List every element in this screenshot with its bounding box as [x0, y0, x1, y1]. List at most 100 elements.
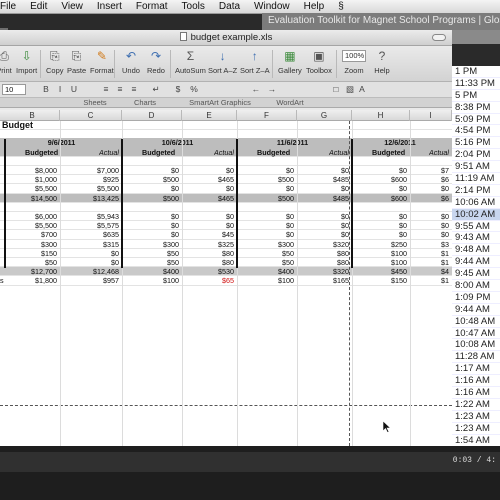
background-window-title[interactable]: Evaluation Toolkit for Magnet School Pro… — [262, 13, 500, 30]
list-item[interactable]: 11:33 PM — [449, 78, 500, 90]
list-item[interactable]: 9:43 AM — [449, 232, 500, 245]
table-cell[interactable]: $165 — [297, 276, 349, 285]
table-cell[interactable]: $300 — [122, 240, 179, 249]
table-cell[interactable]: $465 — [182, 175, 234, 184]
column-header-h[interactable]: H — [352, 110, 410, 121]
sort-a-z-button[interactable]: ↓ Sort A–Z — [208, 48, 237, 75]
table-cell[interactable]: $5,943 — [60, 212, 119, 221]
table-cell[interactable]: $0 — [60, 249, 119, 258]
menu-data[interactable]: Data — [212, 1, 247, 12]
table-cell[interactable]: $0 — [352, 230, 407, 239]
toolbox-button[interactable]: ▣ Toolbox — [306, 48, 332, 75]
table-cell[interactable]: $0 — [122, 184, 179, 193]
table-cell[interactable]: $300 — [5, 240, 57, 249]
list-item[interactable]: 10:48 AM — [449, 316, 500, 328]
table-cell[interactable]: $0 — [297, 221, 349, 230]
table-cell[interactable]: $300 — [237, 240, 294, 249]
table-cell[interactable]: $50 — [237, 258, 294, 267]
budgeted-header[interactable]: Budgeted — [25, 148, 58, 157]
increase-indent-icon[interactable]: → — [266, 84, 278, 95]
list-item[interactable]: 9:55 AM — [449, 221, 500, 233]
menu-format[interactable]: Format — [129, 1, 175, 12]
font-size-field[interactable]: 10 — [2, 84, 26, 95]
budgeted-header[interactable]: Budgeted — [372, 148, 405, 157]
align-left-icon[interactable]: ≡ — [100, 84, 112, 95]
copy-button[interactable]: ⎘ Copy — [46, 48, 64, 75]
menu-help[interactable]: Help — [297, 1, 332, 12]
table-cell[interactable]: $0 — [122, 212, 179, 221]
table-cell[interactable]: $1,000 — [5, 175, 57, 184]
table-cell[interactable]: $6,000 — [5, 212, 57, 221]
list-item[interactable]: 1:23 AM — [449, 423, 500, 435]
zoom-field[interactable]: 100% — [342, 50, 366, 62]
list-item[interactable]: 2:04 PM — [449, 149, 500, 162]
table-cell[interactable]: $1 — [410, 276, 449, 285]
table-cell[interactable]: $14,500 — [5, 194, 57, 203]
actual-header[interactable]: Actual — [329, 148, 349, 157]
list-item[interactable]: 11:28 AM — [449, 351, 500, 364]
table-cell[interactable]: $485 — [297, 194, 349, 203]
ribbon-tab-wordart[interactable]: WordArt — [270, 98, 310, 108]
table-cell[interactable]: $925 — [60, 175, 119, 184]
list-item[interactable]: 1:54 AM — [449, 435, 500, 446]
column-header-e[interactable]: E — [182, 110, 237, 121]
list-item[interactable]: 8:38 PM — [449, 102, 500, 114]
table-cell[interactable]: $0 — [182, 221, 234, 230]
list-item[interactable]: 9:48 AM — [449, 244, 500, 257]
list-item[interactable]: 9:51 AM — [449, 161, 500, 174]
list-item[interactable]: 4:54 PM — [449, 125, 500, 138]
sheet-title[interactable]: Budget — [2, 121, 33, 130]
table-cell[interactable]: $530 — [182, 267, 234, 276]
list-item[interactable]: 1:23 AM — [449, 411, 500, 423]
table-cell[interactable]: $12,700 — [5, 267, 57, 276]
table-cell[interactable]: $0 — [60, 258, 119, 267]
table-cell[interactable]: $5,500 — [5, 184, 57, 193]
table-cell[interactable]: $0 — [122, 221, 179, 230]
column-header-g[interactable]: G — [297, 110, 352, 121]
list-item[interactable]: 10:06 AM — [449, 197, 500, 209]
table-cell[interactable]: $600 — [352, 194, 407, 203]
list-item[interactable]: 5 PM — [449, 90, 500, 102]
ribbon-tab-sheets[interactable]: Sheets — [80, 98, 110, 108]
table-cell[interactable]: $0 — [352, 166, 407, 175]
table-cell[interactable]: $50 — [122, 249, 179, 258]
table-cell[interactable]: $0 — [237, 184, 294, 193]
video-control-bar[interactable]: 0:03 / 4: — [0, 446, 500, 500]
table-cell[interactable]: $6 — [410, 175, 449, 184]
table-cell[interactable]: $0 — [122, 166, 179, 175]
table-cell[interactable]: $400 — [122, 267, 179, 276]
align-center-icon[interactable]: ≡ — [114, 84, 126, 95]
table-cell[interactable]: $0 — [352, 212, 407, 221]
underline-button[interactable]: U — [68, 84, 80, 95]
currency-format-icon[interactable]: $ — [172, 84, 184, 95]
actual-header[interactable]: Actual — [214, 148, 234, 157]
decrease-indent-icon[interactable]: ← — [250, 84, 262, 95]
table-cell[interactable]: $100 — [237, 276, 294, 285]
table-cell[interactable]: $80 — [297, 258, 349, 267]
table-cell[interactable]: $65 — [182, 276, 234, 285]
table-cell[interactable]: $0 — [352, 184, 407, 193]
column-header-c[interactable]: C — [60, 110, 122, 121]
list-item[interactable]: 1:17 AM — [449, 363, 500, 376]
date-header[interactable]: 10/6/2011 — [122, 138, 233, 147]
table-cell[interactable]: $1 — [410, 258, 449, 267]
window-titlebar[interactable]: budget example.xls — [0, 30, 452, 46]
ribbon-tab-charts[interactable]: Charts — [130, 98, 160, 108]
table-cell[interactable]: $250 — [352, 240, 407, 249]
table-cell[interactable]: $0 — [237, 212, 294, 221]
table-cell[interactable]: $1,800 — [5, 276, 57, 285]
list-item[interactable]: 1:16 AM — [449, 375, 500, 388]
fill-color-icon[interactable]: ▧ — [344, 84, 356, 95]
table-cell[interactable]: $500 — [237, 175, 294, 184]
table-cell[interactable]: $0 — [237, 230, 294, 239]
table-cell[interactable]: $80 — [297, 249, 349, 258]
table-cell[interactable]: $13,425 — [60, 194, 119, 203]
list-item[interactable]: 1:09 PM — [449, 292, 500, 304]
ribbon-tab-smartart-graphics[interactable]: SmartArt Graphics — [180, 98, 260, 108]
table-cell[interactable]: $5,500 — [5, 221, 57, 230]
table-cell[interactable]: $1 — [410, 249, 449, 258]
list-item[interactable]: 9:44 AM — [449, 256, 500, 269]
table-cell[interactable]: $0 — [182, 184, 234, 193]
borders-icon[interactable]: □ — [330, 84, 342, 95]
redo-button[interactable]: ↷ Redo — [147, 48, 165, 75]
